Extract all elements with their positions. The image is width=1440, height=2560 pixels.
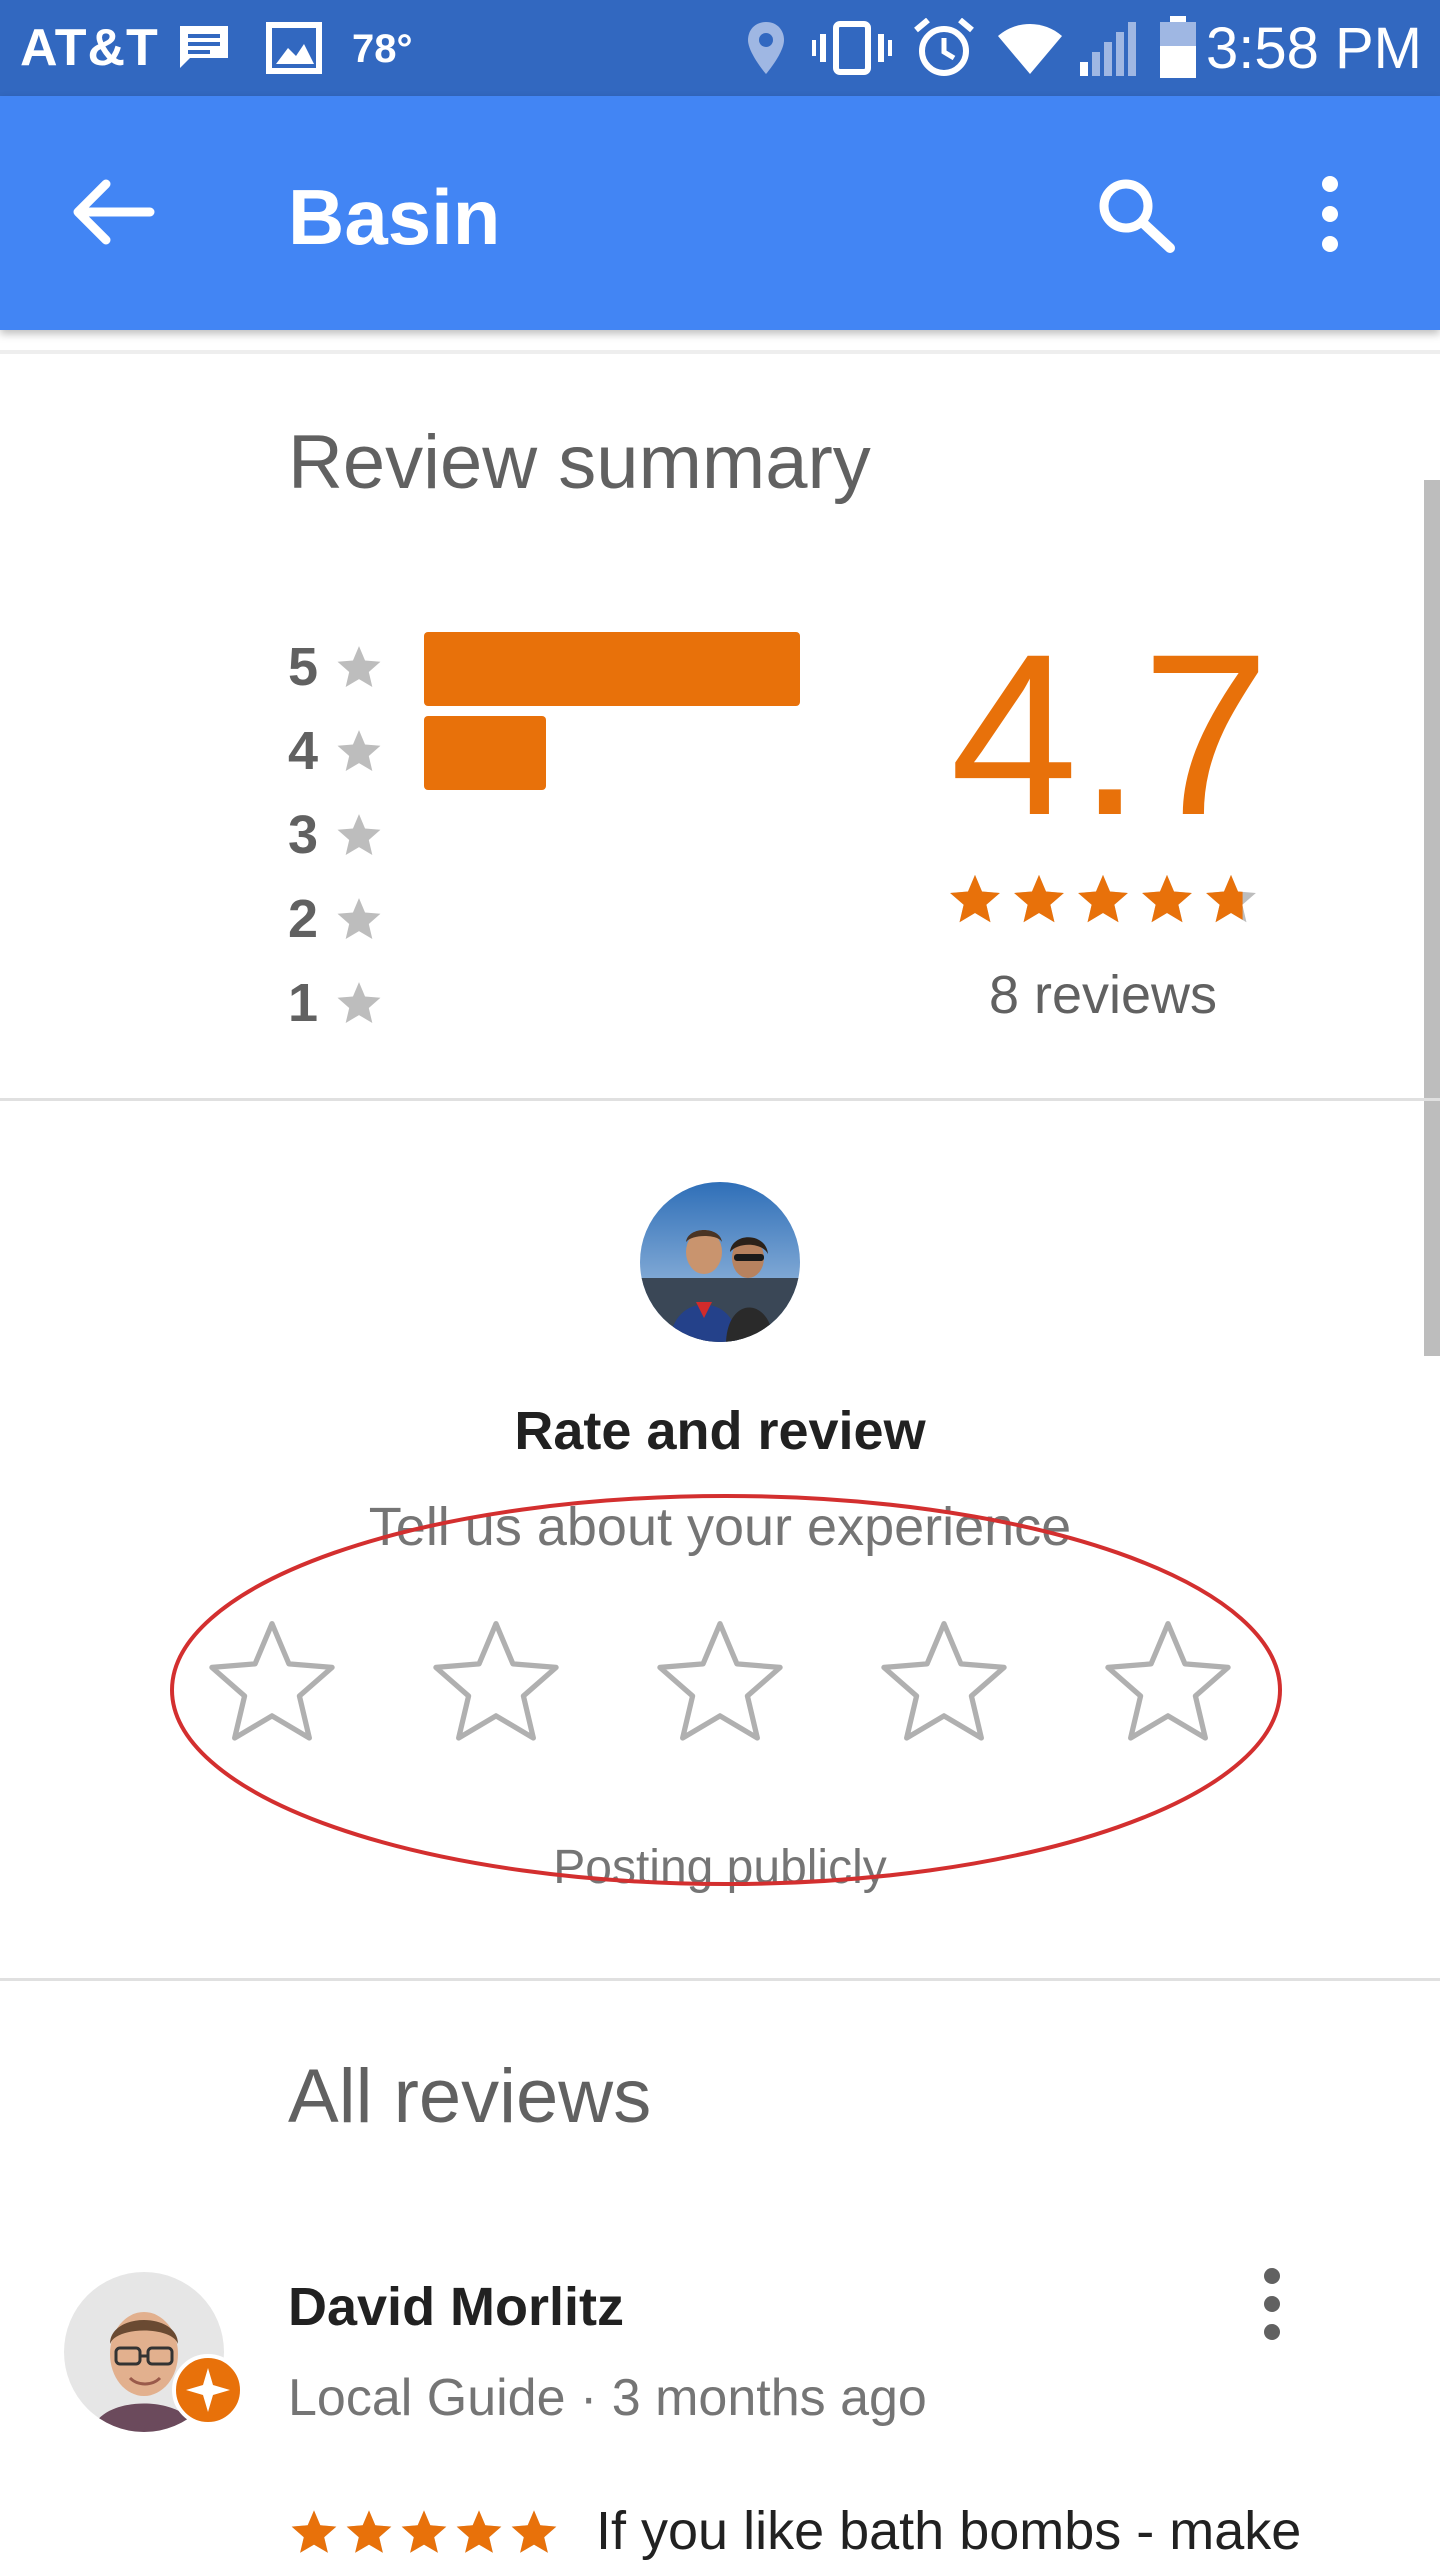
rating-row-4: 4 xyxy=(288,716,848,790)
review-summary-title: Review summary xyxy=(288,420,871,505)
section-divider xyxy=(0,1978,1440,1981)
rating-star-icon xyxy=(1206,874,1256,923)
rate-star-1[interactable] xyxy=(200,1612,344,1752)
rating-star-icon xyxy=(1078,874,1128,923)
rating-row-label: 5 xyxy=(288,637,319,697)
app-bar: Basin xyxy=(0,96,1440,330)
rating-star-icon xyxy=(291,2510,337,2553)
top-divider xyxy=(0,350,1440,354)
back-arrow-icon[interactable] xyxy=(66,172,162,252)
average-rating-stars xyxy=(950,874,1256,923)
message-icon xyxy=(180,26,228,68)
rating-bar xyxy=(424,716,546,790)
rate-star-2[interactable] xyxy=(424,1612,568,1752)
clock-label: 3:58 PM xyxy=(1206,16,1422,81)
rating-star-icon xyxy=(1014,874,1064,923)
rating-star-icon xyxy=(950,874,1000,923)
rating-row-5: 5 xyxy=(288,632,848,706)
section-divider xyxy=(0,1098,1440,1101)
signal-icon xyxy=(1080,22,1136,76)
rating-bar xyxy=(424,632,800,706)
rating-star-icon xyxy=(401,2510,447,2553)
reviewer-meta: Local Guide · 3 months ago xyxy=(288,2369,927,2427)
temperature-label: 78° xyxy=(352,27,413,71)
rating-star-icon xyxy=(346,2510,392,2553)
rating-row-label: 2 xyxy=(288,889,319,949)
vibrate-icon xyxy=(812,21,892,75)
rating-row-label: 1 xyxy=(288,973,319,1033)
rating-row-3: 3 xyxy=(288,800,848,872)
search-icon[interactable] xyxy=(1092,174,1182,254)
carrier-label: AT&T xyxy=(20,19,159,77)
rate-star-4[interactable] xyxy=(872,1612,1016,1752)
rate-star-5[interactable] xyxy=(1096,1612,1240,1752)
rating-row-label: 4 xyxy=(288,721,319,781)
posting-publicly-label: Posting publicly xyxy=(553,1841,887,1894)
star-icon xyxy=(337,814,381,855)
star-icon xyxy=(337,898,381,939)
more-vert-icon[interactable] xyxy=(1250,2264,1294,2344)
review-rating-stars xyxy=(291,2510,557,2553)
user-avatar xyxy=(640,1182,800,1342)
alarm-icon xyxy=(914,18,974,76)
review-text: If you like bath bombs - make xyxy=(596,2501,1302,2560)
review-count[interactable]: 8 reviews xyxy=(950,964,1256,1026)
all-reviews-title: All reviews xyxy=(288,2054,652,2139)
rating-star-icon xyxy=(456,2510,502,2553)
rate-star-3[interactable] xyxy=(648,1612,792,1752)
battery-icon xyxy=(1160,16,1196,78)
average-rating: 4.7 xyxy=(950,606,1270,863)
star-icon xyxy=(337,646,381,687)
reviewer-name[interactable]: David Morlitz xyxy=(288,2276,624,2338)
wifi-icon xyxy=(998,24,1062,74)
page-title: Basin xyxy=(288,173,501,261)
rate-and-review-subtitle: Tell us about your experience xyxy=(368,1497,1072,1557)
rate-and-review-title: Rate and review xyxy=(514,1401,926,1461)
star-icon xyxy=(337,730,381,771)
rating-star-icon xyxy=(1142,874,1192,923)
status-bar: AT&T 78° 3:58 PM xyxy=(0,0,1440,96)
local-guide-badge-icon xyxy=(172,2354,244,2426)
rating-row-2: 2 xyxy=(288,884,848,956)
rating-row-label: 3 xyxy=(288,805,319,865)
rating-star-icon xyxy=(511,2510,557,2553)
more-vert-icon[interactable] xyxy=(1300,172,1360,256)
location-icon xyxy=(748,22,784,74)
image-icon xyxy=(266,22,322,74)
scrollbar[interactable] xyxy=(1424,480,1440,1356)
star-icon xyxy=(337,982,381,1023)
rating-row-1: 1 xyxy=(288,968,848,1040)
